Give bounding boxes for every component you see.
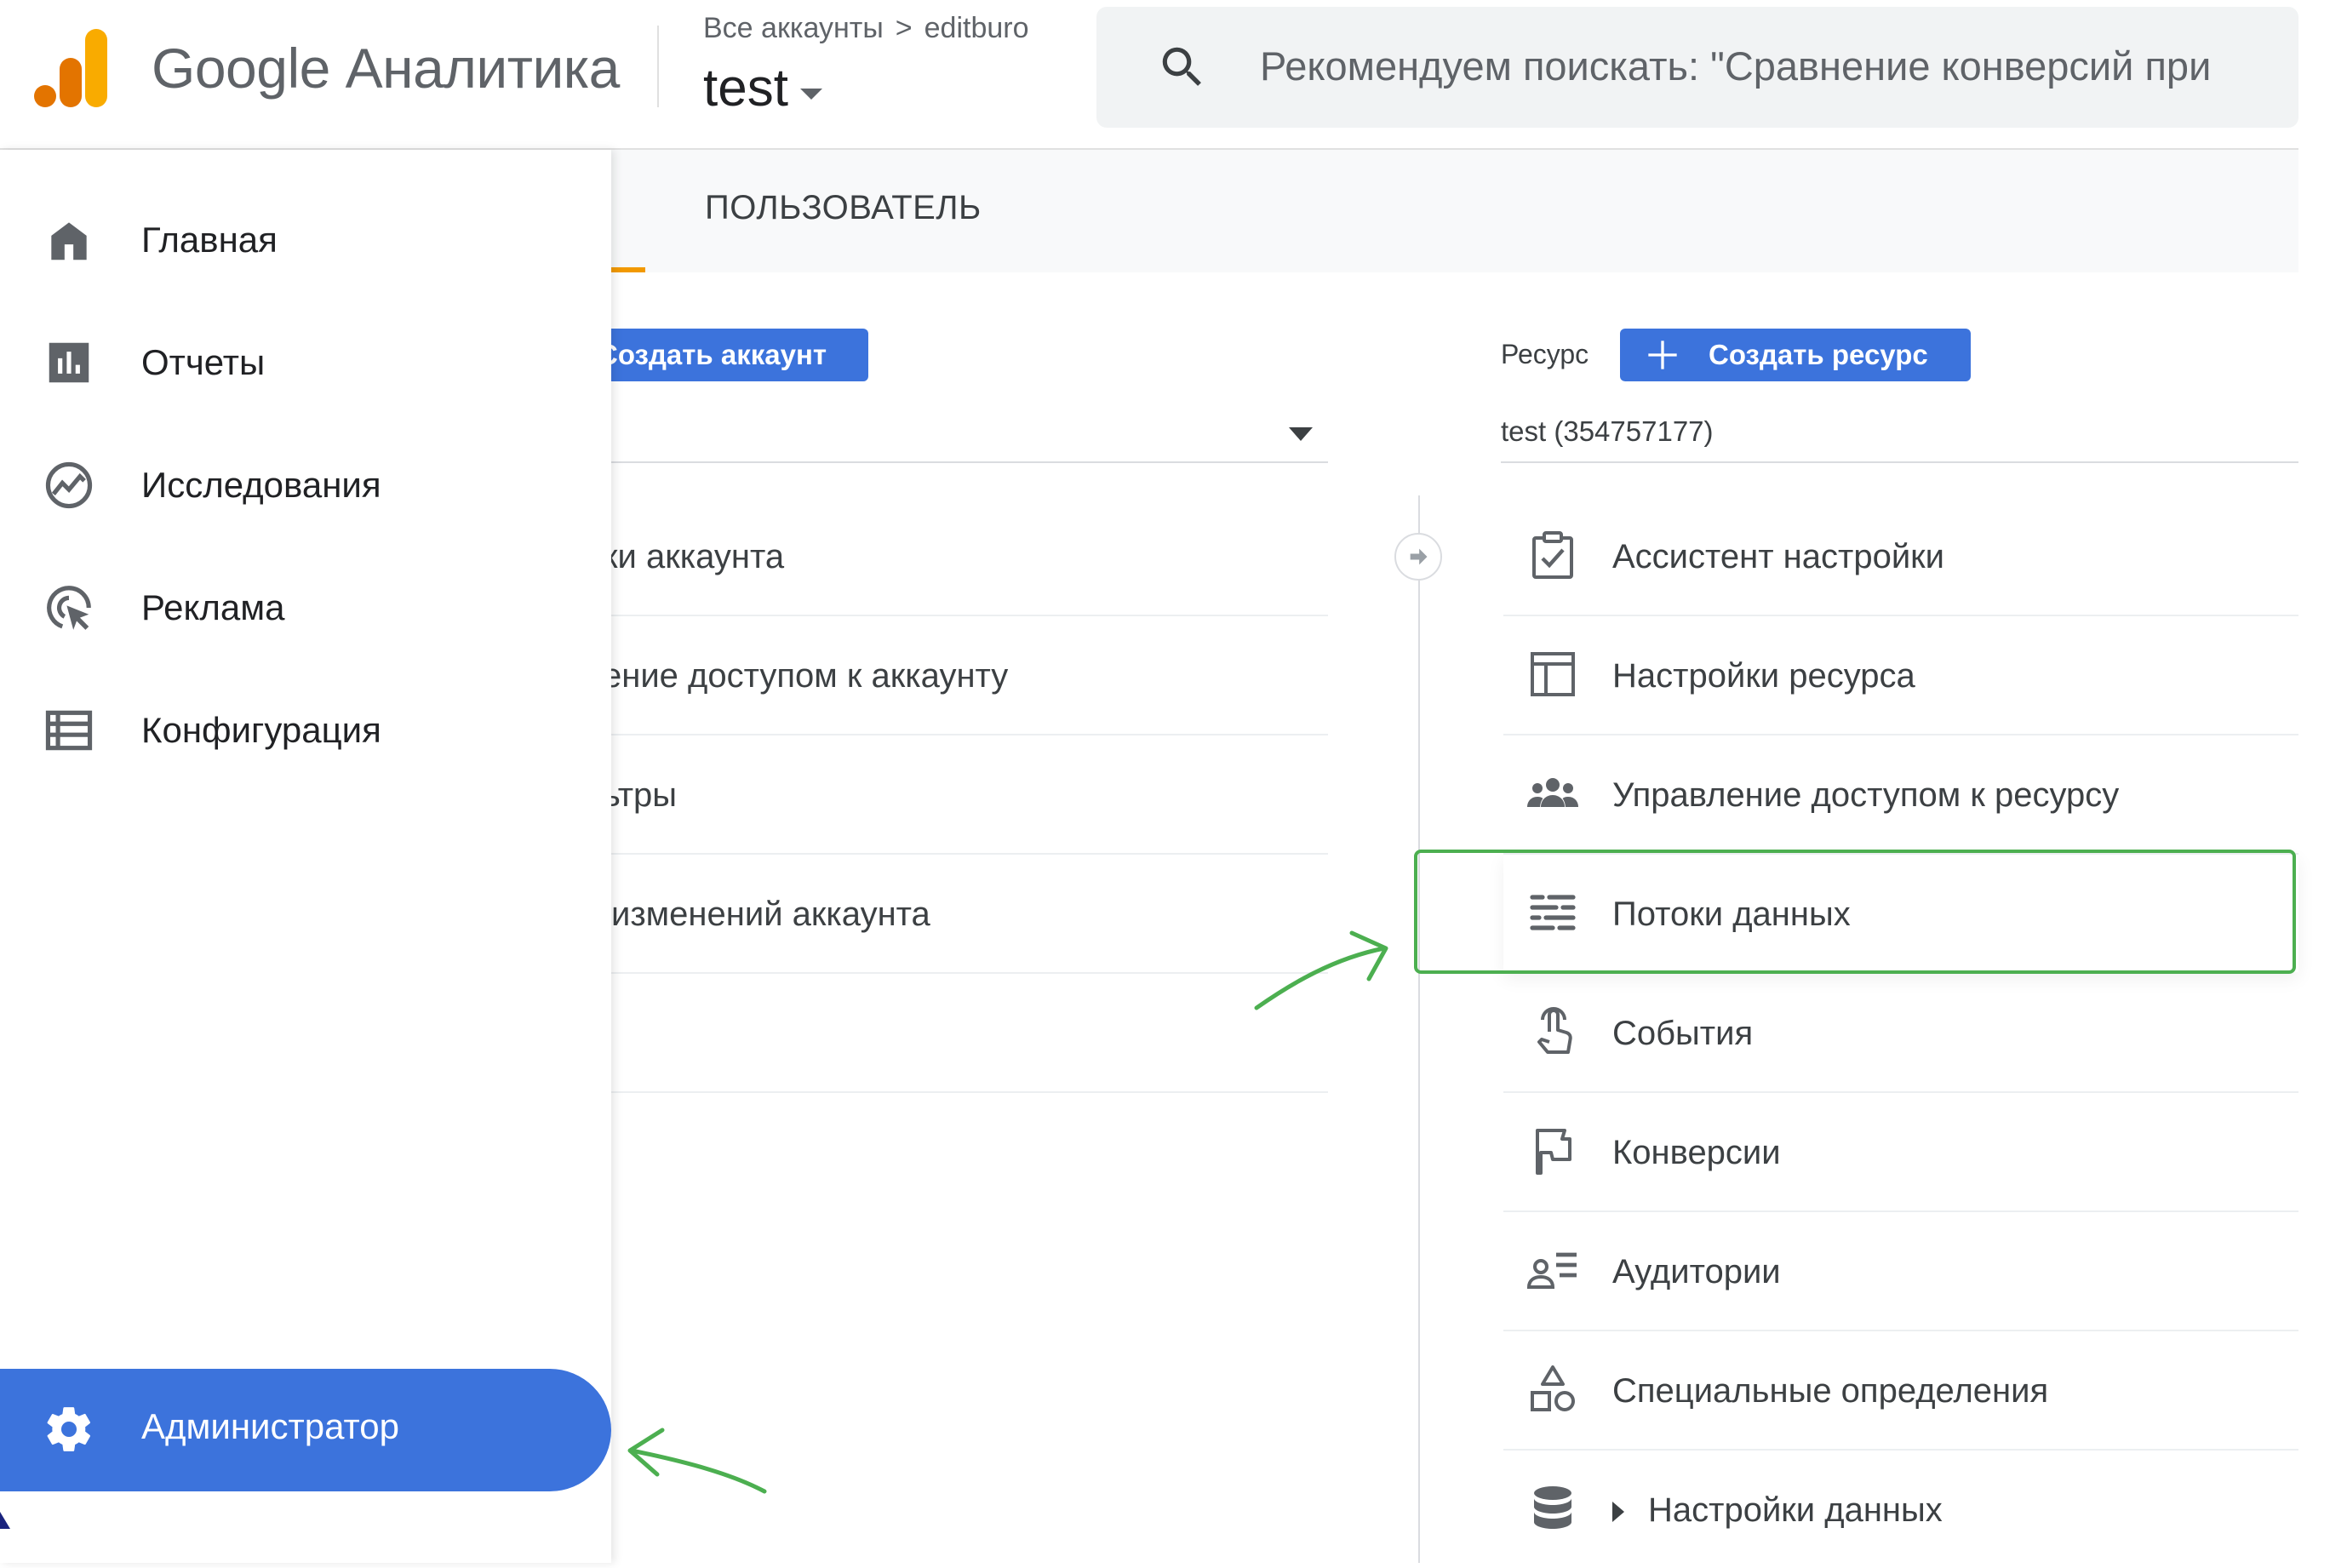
breadcrumb[interactable]: Все аккаунты > editburo	[703, 12, 1029, 45]
nav-item-reports[interactable]: Отчеты	[0, 315, 611, 410]
expand-arrow-icon[interactable]	[1612, 1502, 1624, 1523]
nav-item-label: Реклама	[141, 587, 285, 627]
nav-item-admin[interactable]: Администратор	[0, 1369, 611, 1491]
annotation-arrow-to-admin	[627, 1428, 767, 1494]
layout-icon	[1531, 652, 1575, 696]
bar-chart-icon	[49, 342, 89, 383]
property-row-label: Аудитории	[1612, 1253, 1781, 1290]
database-icon	[1534, 1486, 1571, 1529]
account-row-label: ки аккаунта	[603, 538, 785, 575]
admin-tabbar: ПОЛЬЗОВАТЕЛЬ	[611, 150, 2298, 272]
property-row-data-settings[interactable]: Настройки данных	[1503, 1449, 2298, 1568]
nav-item-label: Администратор	[141, 1406, 400, 1446]
property-row-conversions[interactable]: Конверсии	[1503, 1091, 2298, 1212]
nav-item-advertising[interactable]: Реклама	[0, 560, 611, 655]
property-row-settings[interactable]: Настройки ресурса	[1503, 615, 2298, 735]
app-header: Google Аналитика Все аккаунты > editburo…	[0, 0, 2298, 150]
chevron-right-icon: >	[895, 12, 913, 44]
nav-item-label: Конфигурация	[141, 710, 381, 750]
property-select-underline	[1501, 461, 2298, 463]
column-divider	[1418, 495, 1420, 1563]
account-row-access[interactable]: ение доступом к аккаунту	[603, 615, 1328, 735]
breadcrumb-all-accounts[interactable]: Все аккаунты	[703, 12, 884, 45]
flag-icon	[1536, 1129, 1571, 1175]
property-row-setup-assistant[interactable]: Ассистент настройки	[1503, 495, 2298, 616]
column-arrow-icon	[1394, 533, 1442, 581]
property-row-access-management[interactable]: Управление доступом к ресурсу	[1503, 734, 2298, 855]
property-row-label: Конверсии	[1612, 1134, 1781, 1171]
shapes-icon	[1531, 1365, 1575, 1411]
header-divider	[657, 26, 659, 107]
account-row-label: ьтры	[603, 776, 678, 814]
account-row-filters[interactable]: ьтры	[603, 734, 1328, 855]
product-name: Google Аналитика	[152, 37, 620, 100]
audience-icon	[1526, 1252, 1577, 1289]
analytics-logo-icon[interactable]	[34, 29, 111, 107]
create-account-label: Создать аккаунт	[603, 339, 827, 370]
nav-item-label: Отчеты	[141, 342, 266, 382]
nav-item-home[interactable]: Главная	[0, 192, 611, 288]
people-icon	[1527, 778, 1578, 807]
caret-down-icon	[799, 89, 822, 100]
plus-icon	[1648, 340, 1677, 369]
property-row-label: Настройки ресурса	[1612, 657, 1915, 695]
left-navigation: Главная Отчеты Исследования Реклама Конф…	[0, 150, 611, 1563]
gear-icon	[47, 1407, 91, 1451]
property-column-label: Ресурс	[1501, 339, 1589, 369]
nav-item-configure[interactable]: Конфигурация	[0, 683, 611, 778]
create-property-label: Создать ресурс	[1709, 339, 1928, 370]
highlight-frame	[1414, 850, 2296, 974]
property-selector[interactable]: test	[703, 58, 822, 118]
property-row-audiences[interactable]: Аудитории	[1503, 1210, 2298, 1331]
home-icon	[51, 222, 87, 260]
property-row-custom-definitions[interactable]: Специальные определения	[1503, 1330, 2298, 1451]
checklist-icon	[1532, 531, 1573, 579]
search-icon	[1162, 47, 1201, 86]
search-bar[interactable]: Рекомендуем поискать: "Сравнение конверс…	[1096, 7, 2298, 128]
nav-item-label: Главная	[141, 220, 278, 260]
property-row-label: События	[1612, 1015, 1754, 1052]
corner-mark-icon	[0, 1512, 10, 1529]
breadcrumb-account[interactable]: editburo	[924, 12, 1029, 45]
account-row-label: ение доступом к аккаунту	[603, 657, 1009, 695]
nav-item-label: Исследования	[141, 465, 381, 505]
property-row-label: Управление доступом к ресурсу	[1612, 776, 2120, 814]
dropdown-arrow-icon	[1289, 427, 1313, 441]
property-row-label: Специальные определения	[1612, 1372, 2049, 1410]
nav-item-explore[interactable]: Исследования	[0, 438, 611, 533]
create-account-button[interactable]: Создать аккаунт	[603, 329, 868, 381]
property-selector-label: test	[703, 59, 788, 117]
create-property-button[interactable]: Создать ресурс	[1620, 329, 1971, 381]
property-row-label: Настройки данных	[1648, 1491, 1943, 1529]
explore-icon	[45, 461, 93, 509]
touch-icon	[1537, 1007, 1572, 1054]
active-tab-indicator	[611, 267, 645, 272]
property-row-events[interactable]: События	[1503, 972, 2298, 1093]
property-row-label: Ассистент настройки	[1612, 538, 1944, 575]
advertising-icon	[47, 586, 91, 630]
account-select[interactable]	[611, 409, 1328, 463]
property-select[interactable]: test (354757177)	[1501, 415, 1714, 448]
tab-user[interactable]: ПОЛЬЗОВАТЕЛЬ	[705, 189, 982, 227]
list-icon	[45, 710, 93, 751]
property-row-label-wrap: Настройки данных	[1612, 1491, 1943, 1530]
account-row-settings[interactable]: ки аккаунта	[603, 495, 1328, 616]
account-row-label: изменений аккаунта	[611, 896, 930, 933]
account-row-trash[interactable]	[611, 972, 1328, 1093]
search-input[interactable]: Рекомендуем поискать: "Сравнение конверс…	[1260, 43, 2211, 89]
account-row-change-history[interactable]: изменений аккаунта	[611, 853, 1328, 974]
